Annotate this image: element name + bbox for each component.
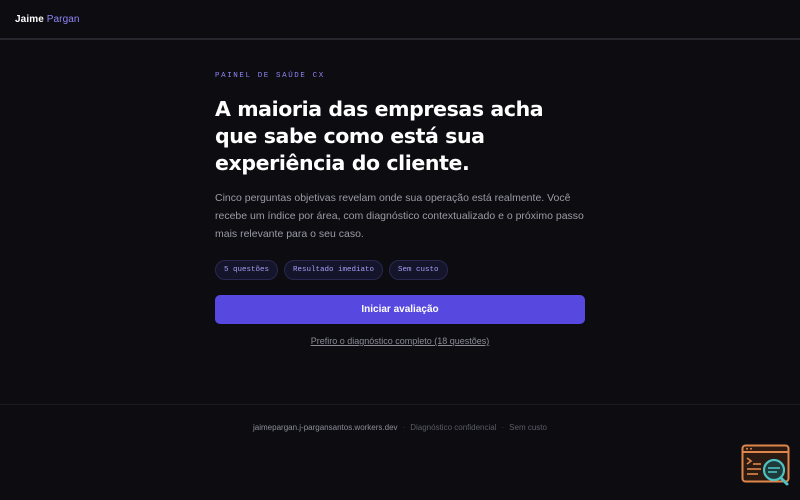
footer-separator: · [501,423,505,432]
page-title: A maioria das empresas acha que sabe com… [215,97,544,175]
top-bar: Jaime Pargan [0,0,800,40]
chip-questions: 5 questões [215,260,279,280]
terminal-search-icon-graphic [741,444,790,486]
chip-no-cost: Sem custo [389,260,448,280]
footer-domain: jaimepargan.j-pargansantos.workers.dev [253,423,398,432]
footer-confidential: Diagnóstico confidencial [410,423,497,432]
eyebrow-label: PAINEL DE SAÚDE CX [215,72,325,80]
start-assessment-button[interactable]: Iniciar avaliação [215,295,585,324]
terminal-search-icon[interactable] [741,444,791,488]
chip-immediate-result: Resultado imediato [284,260,384,280]
footer-separator: · [402,423,406,432]
footer-info: jaimepargan.j-pargansantos.workers.dev · D… [0,423,800,432]
hero-section: PAINEL DE SAÚDE CX A maioria das empresa… [215,72,585,280]
full-diagnostic-link[interactable]: Prefiro o diagnóstico completo (18 quest… [215,336,585,346]
brand-logo[interactable]: Jaime Pargan [15,14,80,25]
footer-no-cost: Sem custo [509,423,547,432]
brand-first-name: Jaime [15,14,44,25]
lead-paragraph: Cinco perguntas objetivas revelam onde s… [215,192,584,240]
feature-chips: 5 questões Resultado imediato Sem custo [215,260,585,280]
footer: jaimepargan.j-pargansantos.workers.dev · D… [0,404,800,500]
brand-last-name: Pargan [46,14,80,25]
